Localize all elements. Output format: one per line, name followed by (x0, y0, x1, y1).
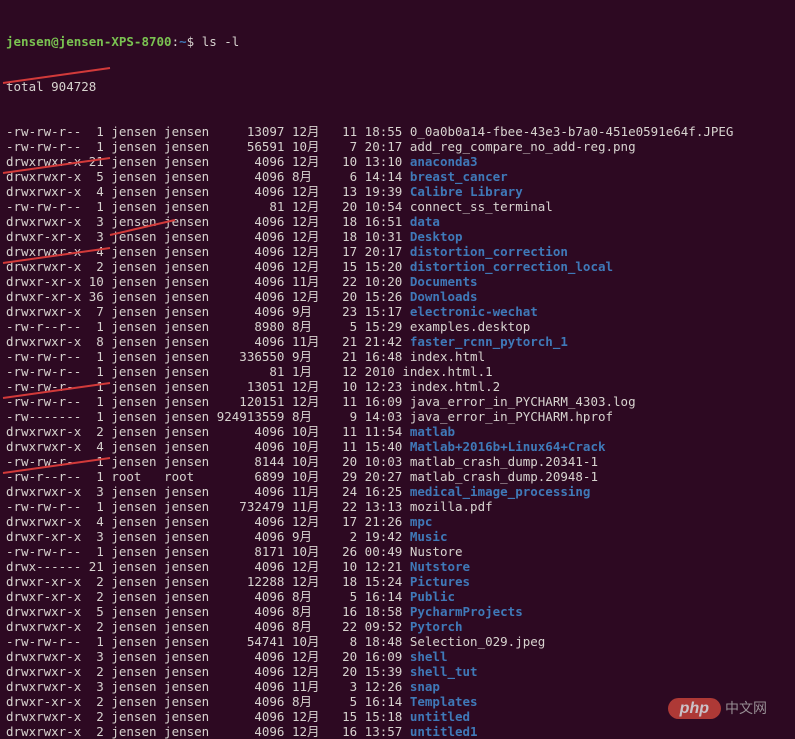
file-row: -rw-rw-r-- 1 jensen jensen 81 1月 12 2010… (6, 364, 789, 379)
file-name: mpc (410, 514, 433, 529)
file-row: drwxrwxr-x 7 jensen jensen 4096 9月 23 15… (6, 304, 789, 319)
command: ls -l (202, 34, 240, 49)
file-name: Downloads (410, 289, 478, 304)
file-name: Pictures (410, 574, 470, 589)
file-row: drwx------ 21 jensen jensen 4096 12月 10 … (6, 559, 789, 574)
file-name: add_reg_compare_no_add-reg.png (410, 139, 636, 154)
file-name: Documents (410, 274, 478, 289)
file-name: index.html (410, 349, 485, 364)
file-row: -rw-rw-r-- 1 jensen jensen 81 12月 20 10:… (6, 199, 789, 214)
file-row: -rw-r--r-- 1 jensen jensen 8980 8月 5 15:… (6, 319, 789, 334)
file-name: untitled1 (410, 724, 478, 739)
prompt-line: jensen@jensen-XPS-8700:~$ ls -l (6, 34, 789, 49)
userhost: jensen@jensen-XPS-8700 (6, 34, 172, 49)
file-row: drwxrwxr-x 2 jensen jensen 4096 12月 20 1… (6, 664, 789, 679)
file-row: -rw-rw-r-- 1 jensen jensen 56591 10月 7 2… (6, 139, 789, 154)
terminal-window[interactable]: jensen@jensen-XPS-8700:~$ ls -l total 90… (0, 0, 795, 739)
file-name: Templates (410, 694, 478, 709)
file-row: -rw-rw-r-- 1 jensen jensen 732479 11月 22… (6, 499, 789, 514)
file-row: -rw-rw-r-- 1 jensen jensen 54741 10月 8 1… (6, 634, 789, 649)
file-row: drwxr-xr-x 3 jensen jensen 4096 12月 18 1… (6, 229, 789, 244)
file-name: Pytorch (410, 619, 463, 634)
file-row: drwxrwxr-x 2 jensen jensen 4096 8月 22 09… (6, 619, 789, 634)
file-row: drwxrwxr-x 3 jensen jensen 4096 11月 24 1… (6, 484, 789, 499)
file-name: Nutstore (410, 559, 470, 574)
file-row: drwxrwxr-x 4 jensen jensen 4096 12月 13 1… (6, 184, 789, 199)
file-name: connect_ss_terminal (410, 199, 553, 214)
file-name: matlab_crash_dump.20341-1 (410, 454, 598, 469)
file-row: drwxrwxr-x 2 jensen jensen 4096 12月 16 1… (6, 724, 789, 739)
file-row: -rw-rw-r-- 1 jensen jensen 120151 12月 11… (6, 394, 789, 409)
file-row: drwxrwxr-x 8 jensen jensen 4096 11月 21 2… (6, 334, 789, 349)
file-row: -rw-r--r-- 1 root root 6899 10月 29 20:27… (6, 469, 789, 484)
file-name: Desktop (410, 229, 463, 244)
file-row: -rw-rw-r-- 1 jensen jensen 13051 12月 10 … (6, 379, 789, 394)
php-text: 中文网 (725, 701, 767, 716)
file-name: index.html.2 (410, 379, 500, 394)
file-name: Matlab+2016b+Linux64+Crack (410, 439, 606, 454)
file-row: drwxrwxr-x 4 jensen jensen 4096 12月 17 2… (6, 514, 789, 529)
file-name: matlab_crash_dump.20948-1 (410, 469, 598, 484)
file-name: matlab (410, 424, 455, 439)
file-row: drwxrwxr-x 5 jensen jensen 4096 8月 16 18… (6, 604, 789, 619)
file-row: drwxr-xr-x 36 jensen jensen 4096 12月 20 … (6, 289, 789, 304)
file-name: mozilla.pdf (410, 499, 493, 514)
file-name: shell (410, 649, 448, 664)
file-row: drwxrwxr-x 4 jensen jensen 4096 12月 17 2… (6, 244, 789, 259)
file-row: drwxr-xr-x 3 jensen jensen 4096 9月 2 19:… (6, 529, 789, 544)
file-name: electronic-wechat (410, 304, 538, 319)
file-row: drwxr-xr-x 2 jensen jensen 4096 8月 5 16:… (6, 589, 789, 604)
file-row: -rw-rw-r-- 1 jensen jensen 13097 12月 11 … (6, 124, 789, 139)
file-name: Nustore (410, 544, 463, 559)
file-row: drwxrwxr-x 4 jensen jensen 4096 10月 11 1… (6, 439, 789, 454)
file-name: anaconda3 (410, 154, 478, 169)
file-name: distortion_correction_local (410, 259, 613, 274)
file-name: shell_tut (410, 664, 478, 679)
file-name: snap (410, 679, 440, 694)
file-name: Public (410, 589, 455, 604)
file-name: PycharmProjects (410, 604, 523, 619)
file-row: drwxrwxr-x 2 jensen jensen 4096 10月 11 1… (6, 424, 789, 439)
file-row: -rw-rw-r-- 1 jensen jensen 336550 9月 21 … (6, 349, 789, 364)
file-name: index.html.1 (402, 364, 492, 379)
watermark-badge: php 中文网 (668, 698, 767, 719)
total-line: total 904728 (6, 79, 789, 94)
file-name: Music (410, 529, 448, 544)
file-name: examples.desktop (410, 319, 530, 334)
file-row: -rw------- 1 jensen jensen 924913559 8月 … (6, 409, 789, 424)
php-pill: php (668, 698, 721, 719)
file-row: drwxrwxr-x 2 jensen jensen 4096 12月 15 1… (6, 259, 789, 274)
file-row: drwxrwxr-x 3 jensen jensen 4096 12月 18 1… (6, 214, 789, 229)
file-row: drwxrwxr-x 3 jensen jensen 4096 11月 3 12… (6, 679, 789, 694)
file-name: medical_image_processing (410, 484, 591, 499)
file-row: drwxrwxr-x 21 jensen jensen 4096 12月 10 … (6, 154, 789, 169)
file-row: drwxrwxr-x 3 jensen jensen 4096 12月 20 1… (6, 649, 789, 664)
prompt-path: ~ (179, 34, 187, 49)
file-name: java_error_in_PYCHARM_4303.log (410, 394, 636, 409)
file-row: drwxrwxr-x 5 jensen jensen 4096 8月 6 14:… (6, 169, 789, 184)
file-name: faster_rcnn_pytorch_1 (410, 334, 568, 349)
file-name: 0_0a0b0a14-fbee-43e3-b7a0-451e0591e64f.J… (410, 124, 734, 139)
file-row: -rw-rw-r-- 1 jensen jensen 8171 10月 26 0… (6, 544, 789, 559)
file-row: drwxr-xr-x 10 jensen jensen 4096 11月 22 … (6, 274, 789, 289)
file-name: breast_cancer (410, 169, 508, 184)
file-listing: -rw-rw-r-- 1 jensen jensen 13097 12月 11 … (6, 124, 789, 739)
file-name: untitled (410, 709, 470, 724)
file-name: Calibre Library (410, 184, 523, 199)
file-row: drwxr-xr-x 2 jensen jensen 12288 12月 18 … (6, 574, 789, 589)
file-name: Selection_029.jpeg (410, 634, 545, 649)
file-row: -rw-rw-r-- 1 jensen jensen 8144 10月 20 1… (6, 454, 789, 469)
file-name: data (410, 214, 440, 229)
file-name: distortion_correction (410, 244, 568, 259)
file-name: java_error_in_PYCHARM.hprof (410, 409, 613, 424)
